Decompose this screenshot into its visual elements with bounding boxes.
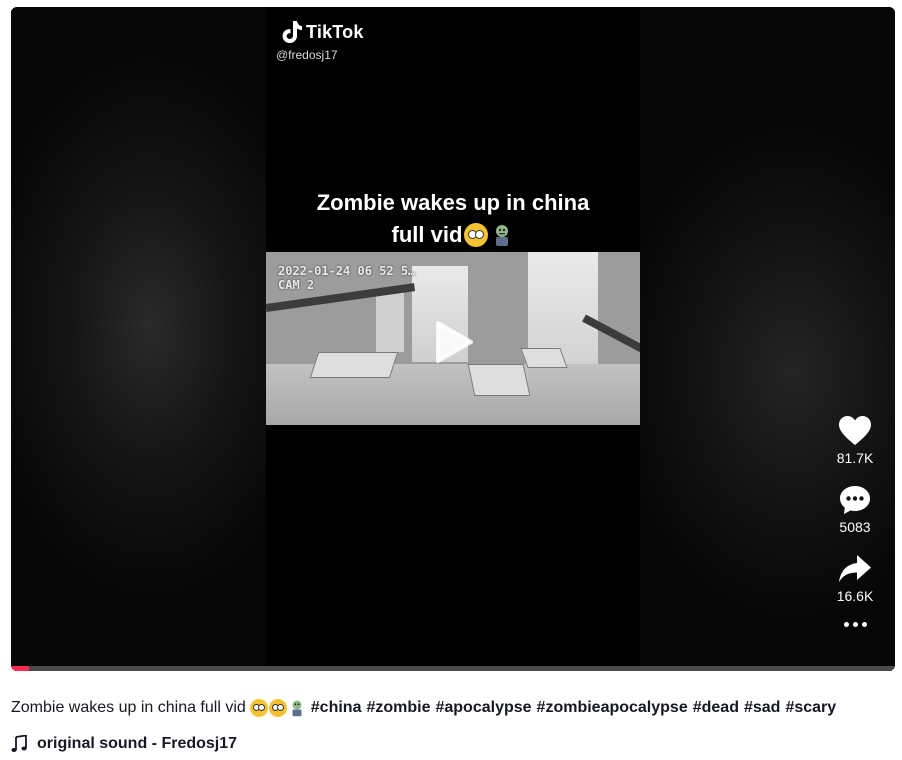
cctv-timestamp: 2022-01-24 06 52 5… (278, 264, 416, 278)
watermark-brand: TikTok (306, 21, 364, 42)
hashtag-link[interactable]: #scary (785, 699, 836, 716)
sound-label: original sound - Fredosj17 (37, 735, 238, 752)
like-count: 81.7K (836, 450, 874, 466)
hashtag-link[interactable]: #zombieapocalypse (537, 699, 688, 716)
hashtag-link[interactable]: #dead (693, 699, 739, 716)
action-bar: 81.7K 5083 16.6K (829, 415, 881, 627)
video-description: Zombie wakes up in china full vid #china… (11, 699, 841, 717)
hashtag-link[interactable]: #sad (744, 699, 780, 716)
zombie-emoji-icon (490, 223, 514, 247)
video-frame[interactable]: TikTok @fredosj17 Zombie wakes up in chi… (266, 7, 640, 671)
music-note-icon (11, 735, 27, 752)
comment-count: 5083 (839, 519, 871, 535)
heart-icon[interactable] (838, 415, 872, 447)
share-count: 16.6K (836, 588, 874, 604)
caption-line-2: full vid (391, 222, 463, 247)
cctv-overlay: 2022-01-24 06 52 5… CAM 2 (278, 264, 415, 292)
progress-bar-fill (11, 666, 29, 671)
share-button[interactable]: 16.6K (829, 553, 881, 604)
sound-link[interactable]: original sound - Fredosj17 (11, 735, 237, 753)
cctv-footage: 2022-01-24 06 52 5… CAM 2 (266, 252, 640, 425)
watermark-handle: @fredosj17 (276, 48, 338, 62)
progress-bar[interactable] (11, 666, 895, 671)
hashtag-link[interactable]: #zombie (366, 699, 430, 716)
cctv-camera: CAM 2 (278, 278, 315, 292)
caption-line-1: Zombie wakes up in china (316, 190, 590, 215)
description-emojis (249, 699, 306, 717)
play-icon[interactable] (434, 320, 474, 364)
share-icon[interactable] (838, 553, 872, 585)
like-button[interactable]: 81.7K (829, 415, 881, 466)
flushed-face-emoji-icon (464, 223, 489, 247)
more-icon[interactable] (829, 622, 881, 627)
comment-button[interactable]: 5083 (829, 484, 881, 535)
video-player[interactable]: TikTok @fredosj17 Zombie wakes up in chi… (11, 7, 895, 671)
flushed-face-emoji-icon (268, 699, 287, 717)
description-text: Zombie wakes up in china full vid (11, 699, 246, 716)
video-caption-overlay: Zombie wakes up in china full vid (266, 187, 640, 251)
hashtag-list: #china #zombie #apocalypse #zombieapocalyps… (311, 699, 841, 717)
tiktok-logo-icon (282, 21, 302, 43)
flushed-face-emoji-icon (249, 699, 268, 717)
comment-icon[interactable] (838, 484, 872, 516)
hashtag-link[interactable]: #china (311, 699, 362, 716)
blurred-background (11, 7, 266, 671)
zombie-emoji-icon (288, 699, 306, 717)
hashtag-link[interactable]: #apocalypse (435, 699, 531, 716)
tiktok-watermark: TikTok (280, 20, 364, 44)
